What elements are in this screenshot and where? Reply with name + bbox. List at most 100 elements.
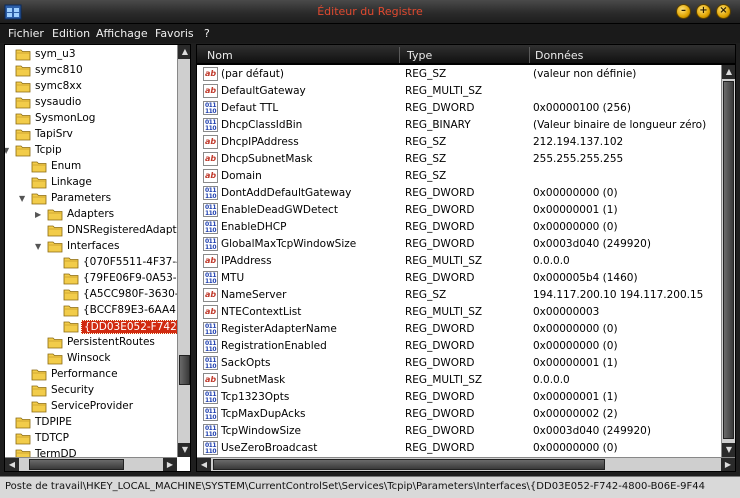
folder-icon: [31, 385, 47, 397]
tree-node[interactable]: Enum: [5, 159, 177, 175]
list-vertical-scrollbar[interactable]: ▲ ▼: [721, 65, 735, 457]
column-header-data[interactable]: Données: [531, 49, 583, 62]
value-type: REG_MULTI_SZ: [405, 374, 483, 386]
scroll-right-arrow-icon[interactable]: ▶: [163, 458, 177, 471]
list-scroll-up-arrow-icon[interactable]: ▲: [722, 65, 735, 79]
binary-value-icon: 011 110: [203, 220, 218, 234]
value-row[interactable]: 011 110 Tcp1323Opts REG_DWORD 0x00000001 (1): [197, 389, 721, 406]
collapse-arrow-icon[interactable]: ▼: [35, 243, 43, 251]
value-row[interactable]: ab (par défaut) REG_SZ (valeur non définie): [197, 66, 721, 83]
value-row[interactable]: ab Domain REG_SZ: [197, 168, 721, 185]
collapse-arrow-icon[interactable]: ▼: [5, 147, 11, 155]
value-row[interactable]: ab DefaultGateway REG_MULTI_SZ: [197, 83, 721, 100]
value-row[interactable]: 011 110 TcpMaxDupAcks REG_DWORD 0x00000002 (…: [197, 406, 721, 423]
value-row[interactable]: ab DhcpSubnetMask REG_SZ 255.255.255.255: [197, 151, 721, 168]
value-row[interactable]: ab NTEContextList REG_MULTI_SZ 0x00000003: [197, 304, 721, 321]
tree-node-label: Adapters: [67, 208, 115, 220]
tree-node[interactable]: sysaudio: [5, 95, 177, 111]
values-list[interactable]: Nom Type Données ab (par défaut) REG_SZ (va…: [196, 44, 736, 472]
tree-node[interactable]: TapiSrv: [5, 127, 177, 143]
value-row[interactable]: 011 110 EnableDeadGWDetect REG_DWORD 0x00000…: [197, 202, 721, 219]
tree-node[interactable]: {79FE06F9-0A53-: [5, 271, 177, 287]
value-data: 0x00000000 (0): [533, 221, 618, 233]
column-divider[interactable]: [399, 47, 400, 63]
tree-node[interactable]: {070F5511-4F37-4: [5, 255, 177, 271]
tree-node[interactable]: Winsock: [5, 351, 177, 367]
tree-vertical-scrollbar[interactable]: ▲ ▼: [177, 45, 190, 457]
tree-node[interactable]: symc8xx: [5, 79, 177, 95]
folder-icon: [31, 401, 47, 413]
string-value-icon: ab: [203, 305, 218, 319]
value-row[interactable]: 011 110 SackOpts REG_DWORD 0x00000001 (1): [197, 355, 721, 372]
menu-help[interactable]: ?: [204, 27, 210, 40]
folder-icon: [15, 97, 31, 109]
value-row[interactable]: ab IPAddress REG_MULTI_SZ 0.0.0.0: [197, 253, 721, 270]
menu-affichage[interactable]: Affichage: [96, 27, 148, 40]
menu-bar: Fichier Edition Affichage Favoris ?: [0, 24, 740, 43]
column-header-type[interactable]: Type: [403, 49, 432, 62]
minimize-button[interactable]: –: [676, 4, 691, 19]
tree-node-label: Linkage: [51, 176, 92, 188]
maximize-button[interactable]: +: [696, 4, 711, 19]
list-horizontal-scrollbar[interactable]: ◀ ▶: [197, 457, 735, 471]
list-hscroll-thumb[interactable]: [213, 459, 605, 470]
menu-favoris[interactable]: Favoris: [155, 27, 194, 40]
value-row[interactable]: 011 110 GlobalMaxTcpWindowSize REG_DWORD 0x0…: [197, 236, 721, 253]
value-row[interactable]: 011 110 RegisterAdapterName REG_DWORD 0x0000…: [197, 321, 721, 338]
tree-node[interactable]: {A5CC980F-3630-: [5, 287, 177, 303]
tree-node[interactable]: TDPIPE: [5, 415, 177, 431]
tree-node[interactable]: {BCCF89E3-6AA4: [5, 303, 177, 319]
tree-node[interactable]: Linkage: [5, 175, 177, 191]
list-scroll-left-arrow-icon[interactable]: ◀: [197, 458, 211, 471]
close-button[interactable]: ×: [716, 4, 731, 19]
list-scroll-right-arrow-icon[interactable]: ▶: [721, 458, 735, 471]
tree-node[interactable]: DNSRegisteredAdapte: [5, 223, 177, 239]
tree-horizontal-scrollbar[interactable]: ◀ ▶: [5, 457, 177, 471]
registry-tree[interactable]: sym_u3 symc810 symc8xx sysaudio SysmonLog Tap…: [4, 44, 191, 472]
binary-value-icon: 011 110: [203, 186, 218, 200]
value-row[interactable]: 011 110 EnableDHCP REG_DWORD 0x00000000 (0): [197, 219, 721, 236]
tree-node[interactable]: ▼ Parameters: [5, 191, 177, 207]
tree-node[interactable]: TermDD: [5, 447, 177, 457]
value-row[interactable]: 011 110 UseZeroBroadcast REG_DWORD 0x0000000…: [197, 440, 721, 457]
tree-node[interactable]: Security: [5, 383, 177, 399]
menu-edition[interactable]: Edition: [52, 27, 90, 40]
value-row[interactable]: 011 110 TcpWindowSize REG_DWORD 0x0003d040 (…: [197, 423, 721, 440]
tree-node[interactable]: SysmonLog: [5, 111, 177, 127]
scroll-up-arrow-icon[interactable]: ▲: [178, 45, 190, 59]
tree-hscroll-thumb[interactable]: [29, 459, 124, 470]
tree-node[interactable]: symc810: [5, 63, 177, 79]
value-row[interactable]: 011 110 Defaut TTL REG_DWORD 0x00000100 (256…: [197, 100, 721, 117]
list-vscroll-thumb[interactable]: [723, 81, 734, 439]
value-row[interactable]: 011 110 RegistrationEnabled REG_DWORD 0x0000…: [197, 338, 721, 355]
value-row[interactable]: ab NameServer REG_SZ 194.117.200.10 194.117…: [197, 287, 721, 304]
value-data: 0x00000000 (0): [533, 442, 618, 454]
value-row[interactable]: ab SubnetMask REG_MULTI_SZ 0.0.0.0: [197, 372, 721, 389]
tree-node[interactable]: PersistentRoutes: [5, 335, 177, 351]
tree-node[interactable]: ▼ Interfaces: [5, 239, 177, 255]
value-row[interactable]: 011 110 MTU REG_DWORD 0x000005b4 (1460): [197, 270, 721, 287]
tree-node[interactable]: TDTCP: [5, 431, 177, 447]
scroll-left-arrow-icon[interactable]: ◀: [5, 458, 19, 471]
value-row[interactable]: ab DhcpIPAddress REG_SZ 212.194.137.102: [197, 134, 721, 151]
folder-icon: [15, 81, 31, 93]
expand-arrow-icon[interactable]: ▶: [35, 211, 43, 219]
menu-fichier[interactable]: Fichier: [8, 27, 44, 40]
tree-node-label: SysmonLog: [35, 112, 96, 124]
list-scroll-down-arrow-icon[interactable]: ▼: [722, 443, 735, 457]
tree-node[interactable]: {DD03E052-F742-: [5, 319, 177, 335]
tree-node[interactable]: ▼ Tcpip: [5, 143, 177, 159]
column-header-name[interactable]: Nom: [203, 49, 233, 62]
tree-node[interactable]: ServiceProvider: [5, 399, 177, 415]
collapse-arrow-icon[interactable]: ▼: [19, 195, 27, 203]
value-row[interactable]: 011 110 DhcpClassIdBin REG_BINARY (Valeur bi…: [197, 117, 721, 134]
scroll-down-arrow-icon[interactable]: ▼: [178, 443, 190, 457]
value-name: (par défaut): [221, 68, 284, 80]
column-divider[interactable]: [529, 47, 530, 63]
tree-node[interactable]: sym_u3: [5, 47, 177, 63]
value-name: Defaut TTL: [221, 102, 279, 114]
value-row[interactable]: 011 110 DontAddDefaultGateway REG_DWORD 0x00…: [197, 185, 721, 202]
tree-node[interactable]: Performance: [5, 367, 177, 383]
tree-vscroll-thumb[interactable]: [179, 355, 190, 385]
tree-node[interactable]: ▶ Adapters: [5, 207, 177, 223]
